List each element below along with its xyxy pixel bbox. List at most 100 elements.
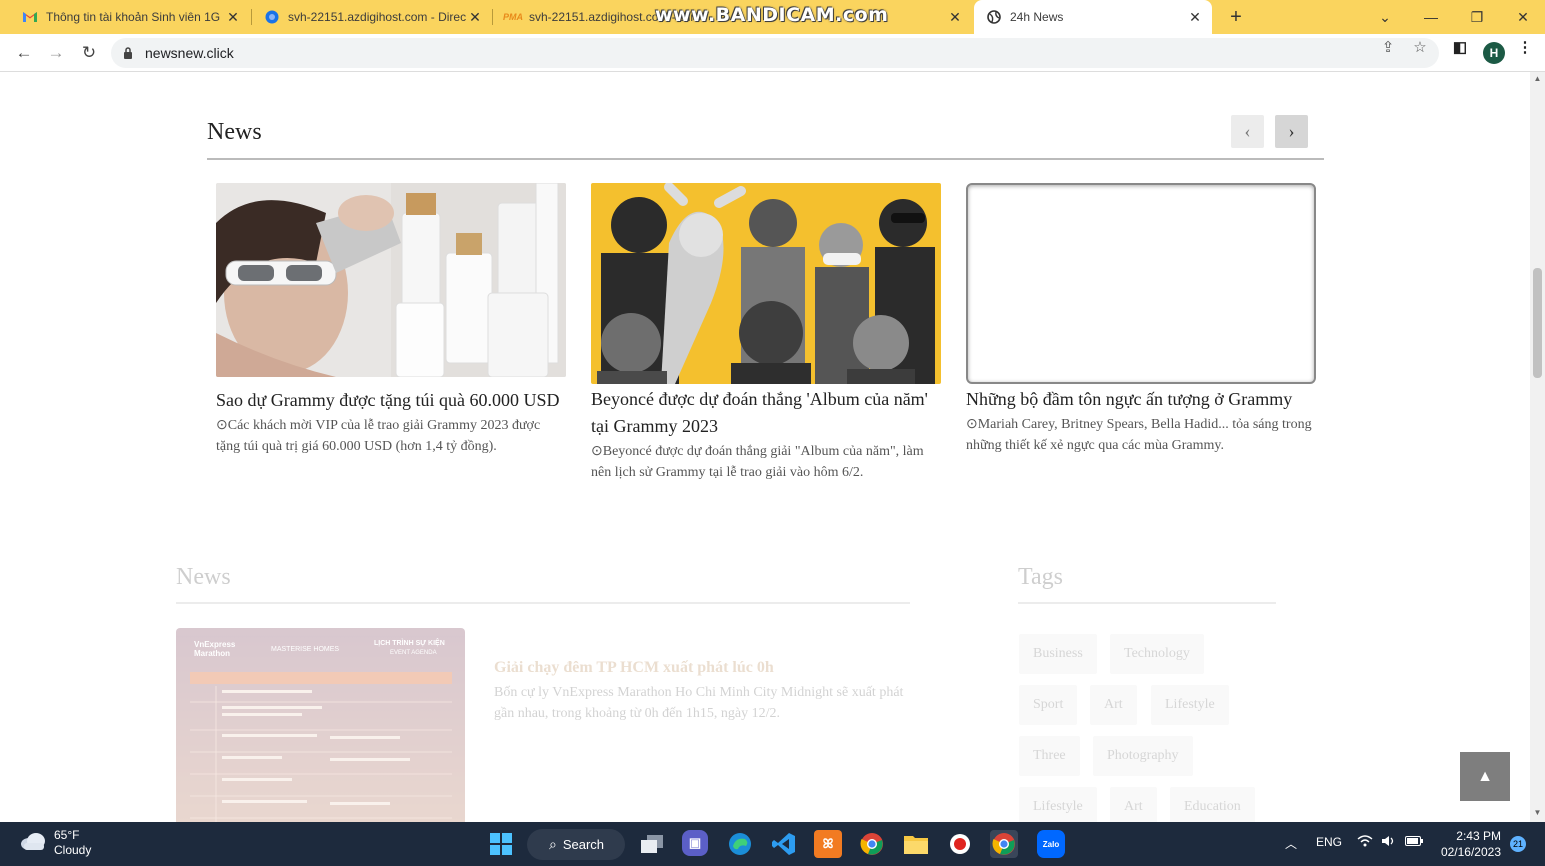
system-clock[interactable]: 2:43 PM 02/16/2023 xyxy=(1437,828,1501,860)
tab-gmail[interactable]: Thông tin tài khoản Sinh viên 1G ✕ xyxy=(10,0,250,34)
section-divider xyxy=(207,158,1324,160)
section-divider xyxy=(1018,602,1276,604)
minimize-icon[interactable]: — xyxy=(1408,0,1454,34)
weather-temp: 65°F xyxy=(54,828,80,842)
close-tab-icon[interactable]: ✕ xyxy=(466,8,484,26)
card-image-grammy-artists[interactable] xyxy=(591,183,941,384)
news-card[interactable]: Những bộ đầm tôn ngực ấn tượng ở Grammy … xyxy=(966,183,1316,456)
post-image-agenda[interactable]: VnExpress Marathon MASTERISE HOMES LỊCH … xyxy=(176,628,465,822)
weather-desc: Cloudy xyxy=(54,843,92,857)
news-card[interactable]: Sao dự Grammy được tặng túi quà 60.000 U… xyxy=(216,183,566,457)
tag-art[interactable]: Art xyxy=(1090,685,1137,725)
address-bar[interactable]: newsnew.click xyxy=(111,38,1439,68)
share-icon[interactable]: ⇪ xyxy=(1376,38,1400,56)
weather-widget[interactable]: 65°F Cloudy xyxy=(20,828,91,858)
bookmark-star-icon[interactable]: ☆ xyxy=(1408,38,1432,56)
clock-icon: ⊙ xyxy=(216,418,228,433)
tab-title: 24h News xyxy=(1010,10,1064,24)
search-label: Search xyxy=(562,837,605,852)
card-summary: ⊙Các khách mời VIP của lễ trao giải Gram… xyxy=(216,418,541,454)
slider-next-button[interactable]: › xyxy=(1275,115,1308,148)
agenda-brand-right-sub: EVENT AGENDA xyxy=(390,650,437,656)
slider-section-title: News xyxy=(207,119,262,145)
scrollbar-thumb[interactable] xyxy=(1533,268,1542,378)
card-headline[interactable]: Beyoncé được dự đoán thắng 'Album của nă… xyxy=(591,386,941,440)
tag-lifestyle[interactable]: Lifestyle xyxy=(1151,685,1229,725)
tag-three[interactable]: Three xyxy=(1019,736,1080,776)
clock-icon: ⊙ xyxy=(591,444,603,459)
close-tab-icon[interactable]: ✕ xyxy=(946,8,964,26)
browser-toolbar: ← → ↻ newsnew.click ⇪ ☆ ◧ ⋮ xyxy=(0,34,1545,72)
browser-menu-icon[interactable]: ⋮ xyxy=(1513,38,1537,56)
scroll-up-icon[interactable]: ▲ xyxy=(1530,74,1545,86)
chrome-profile-icon[interactable] xyxy=(858,830,886,858)
gmail-icon xyxy=(22,9,38,25)
file-explorer-icon[interactable] xyxy=(902,830,930,858)
forward-arrow-icon[interactable]: → xyxy=(44,41,68,65)
notification-badge[interactable]: 21 xyxy=(1510,836,1526,852)
search-icon: ⌕ xyxy=(549,836,557,852)
back-to-top-button[interactable]: ▲ xyxy=(1460,752,1510,801)
reload-icon[interactable]: ↻ xyxy=(77,41,101,65)
side-panel-icon[interactable]: ◧ xyxy=(1448,38,1472,56)
tab-24h-news[interactable]: 24h News ✕ xyxy=(974,0,1212,34)
bandicam-watermark: www.BANDICAM.com xyxy=(655,4,889,26)
tab-title: Thông tin tài khoản Sinh viên 1G xyxy=(46,10,221,24)
globe-icon xyxy=(986,9,1002,25)
teams-chat-icon[interactable]: ▣ xyxy=(682,830,708,856)
tab-search-chevron-icon[interactable]: ⌄ xyxy=(1362,0,1408,34)
new-tab-button[interactable]: + xyxy=(1224,5,1248,29)
tag-lifestyle[interactable]: Lifestyle xyxy=(1019,787,1097,822)
volume-icon[interactable] xyxy=(1381,835,1397,850)
wifi-icon[interactable] xyxy=(1357,835,1373,850)
agenda-brand-left: VnExpress Marathon xyxy=(194,640,236,658)
tab-title: svh-22151.azdigihost.com - Direc xyxy=(288,10,466,24)
slider-prev-button[interactable]: ‹ xyxy=(1231,115,1264,148)
clock-date: 02/16/2023 xyxy=(1440,845,1501,859)
tab-direct-admin-1[interactable]: svh-22151.azdigihost.com - Direc ✕ xyxy=(252,0,492,34)
close-tab-icon[interactable]: ✕ xyxy=(224,8,242,26)
edge-icon[interactable] xyxy=(726,830,754,858)
xampp-icon[interactable]: ꕤ xyxy=(814,830,842,858)
clock-time: 2:43 PM xyxy=(1456,829,1501,843)
windows-start-icon[interactable] xyxy=(487,830,515,858)
tag-education[interactable]: Education xyxy=(1170,787,1255,822)
post-summary: Bốn cự ly VnExpress Marathon Ho Chi Minh… xyxy=(494,685,904,721)
vscode-icon[interactable] xyxy=(770,830,798,858)
card-headline[interactable]: Những bộ đầm tôn ngực ấn tượng ở Grammy xyxy=(966,386,1316,413)
clock-icon: ⊙ xyxy=(966,417,978,432)
card-image-placeholder[interactable] xyxy=(966,183,1316,384)
tag-sport[interactable]: Sport xyxy=(1019,685,1078,725)
back-arrow-icon[interactable]: ← xyxy=(12,41,36,65)
language-indicator[interactable]: ENG xyxy=(1316,835,1342,849)
chrome-active-icon[interactable] xyxy=(990,830,1018,858)
task-view-icon[interactable] xyxy=(638,830,666,858)
phpmyadmin-icon: PMA xyxy=(503,12,523,22)
maximize-icon[interactable]: ❐ xyxy=(1454,0,1500,34)
battery-icon[interactable] xyxy=(1405,835,1423,849)
zalo-icon[interactable]: Zalo xyxy=(1037,830,1065,858)
agenda-brand-mid: MASTERISE HOMES xyxy=(271,646,340,653)
tag-photography[interactable]: Photography xyxy=(1093,736,1193,776)
tag-business[interactable]: Business xyxy=(1019,634,1097,674)
card-image-skincare[interactable] xyxy=(216,183,566,377)
taskbar-search[interactable]: ⌕ Search xyxy=(527,829,625,860)
scroll-down-icon[interactable]: ▼ xyxy=(1530,808,1545,820)
bandicam-record-icon[interactable] xyxy=(946,830,974,858)
post-title[interactable]: Giải chạy đêm TP HCM xuất phát lúc 0h xyxy=(494,659,774,677)
card-headline[interactable]: Sao dự Grammy được tặng túi quà 60.000 U… xyxy=(216,387,566,414)
tray-chevron-up-icon[interactable]: ︿ xyxy=(1285,835,1297,852)
cloud-icon xyxy=(20,832,46,855)
profile-avatar[interactable]: H xyxy=(1483,42,1505,64)
card-summary: ⊙Beyoncé được dự đoán thắng giải "Album … xyxy=(591,444,924,480)
close-window-icon[interactable]: ✕ xyxy=(1500,0,1545,34)
windows-taskbar: 65°F Cloudy ⌕ Search ▣ ꕤ Zalo ︿ ENG 2:43… xyxy=(0,822,1545,866)
tag-art[interactable]: Art xyxy=(1110,787,1157,822)
news-card[interactable]: Beyoncé được dự đoán thắng 'Album của nă… xyxy=(591,183,941,483)
tab-direct-admin-2-tail[interactable]: ✕ xyxy=(892,0,972,34)
news-section-title: News xyxy=(176,564,231,590)
tag-technology[interactable]: Technology xyxy=(1110,634,1204,674)
arrow-up-icon: ▲ xyxy=(1477,767,1493,785)
page-scrollbar[interactable]: ▲ ▼ xyxy=(1530,72,1545,822)
close-tab-icon[interactable]: ✕ xyxy=(1186,8,1204,26)
